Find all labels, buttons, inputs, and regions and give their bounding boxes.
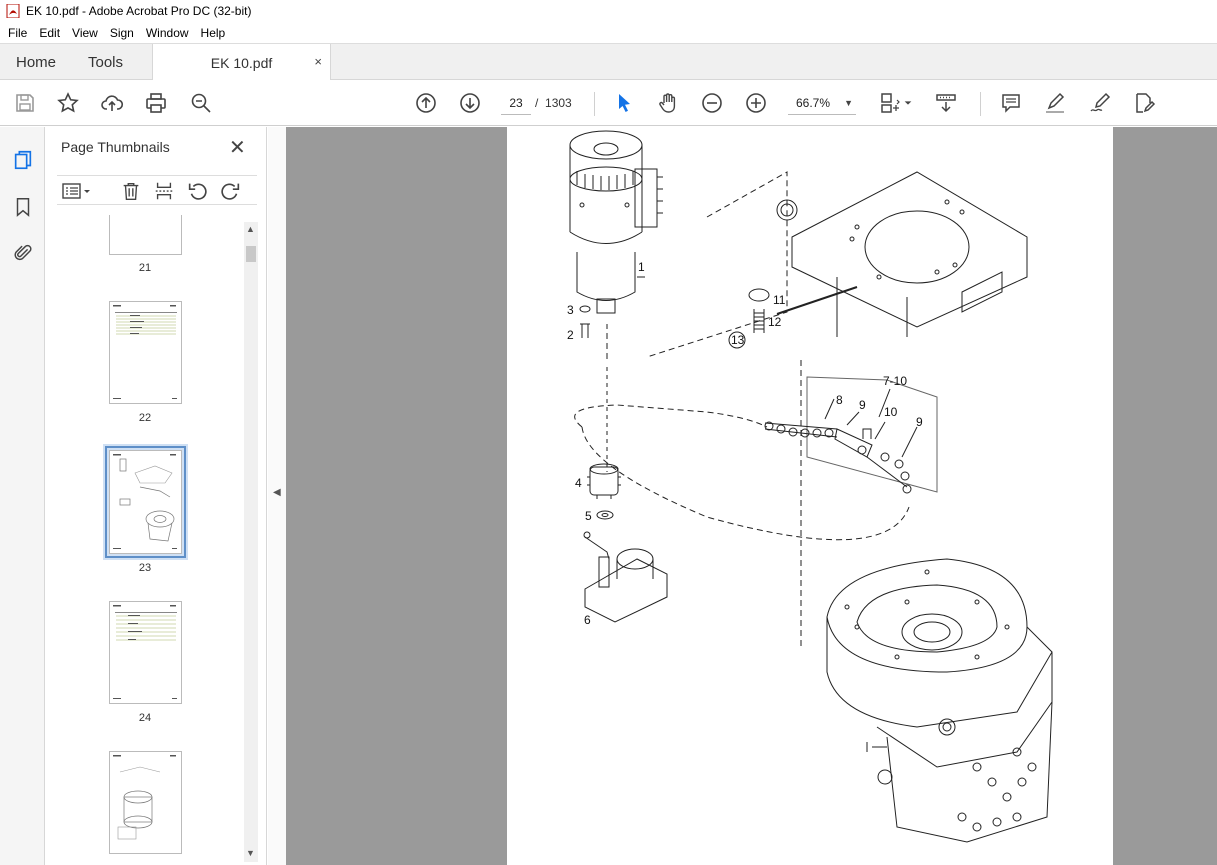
toolbar-divider	[594, 92, 595, 116]
window-title: EK 10.pdf - Adobe Acrobat Pro DC (32-bit…	[26, 4, 252, 18]
next-page-icon[interactable]	[457, 90, 483, 116]
callout-label: 8	[836, 393, 843, 407]
scroll-mode-icon[interactable]	[933, 90, 959, 116]
save-icon[interactable]	[12, 90, 38, 116]
thumbnail-page[interactable]	[109, 301, 182, 404]
tab-tools[interactable]: Tools	[88, 44, 123, 80]
exploded-parts-drawing: 1 2 3 4 5 6 7-10 8 9 10 9 11 12 13	[567, 130, 1053, 843]
menu-view[interactable]: View	[66, 26, 104, 40]
callout-label: 11	[773, 293, 786, 307]
close-panel-icon[interactable]: ✕	[229, 135, 246, 160]
options-menu-icon[interactable]	[61, 179, 93, 203]
delete-trash-icon[interactable]	[119, 179, 143, 203]
thumbnail-page-number: 23	[138, 562, 152, 574]
scroll-up-icon[interactable]: ▲	[246, 224, 255, 234]
collapse-arrow-icon: ◀	[273, 487, 281, 498]
page-number-input[interactable]: 23	[501, 91, 531, 115]
document-viewer[interactable]: 1 2 3 4 5 6 7-10 8 9 10 9 11 12 13	[286, 127, 1217, 865]
thumbnail-page-selected[interactable]	[105, 446, 186, 558]
tab-home[interactable]: Home	[16, 44, 56, 80]
select-cursor-icon[interactable]	[611, 90, 637, 116]
hand-tool-icon[interactable]	[655, 90, 681, 116]
callout-label: 7-10	[883, 374, 907, 388]
thumbnail-list: 21 22 23 24	[57, 215, 249, 860]
panel-collapse-handle[interactable]: ◀	[268, 127, 286, 865]
panel-title: Page Thumbnails	[61, 139, 170, 155]
pdf-page: 1 2 3 4 5 6 7-10 8 9 10 9 11 12 13	[507, 127, 1113, 865]
menu-help[interactable]: Help	[195, 26, 232, 40]
thumbnail-page-number: 24	[138, 712, 152, 724]
highlight-pen-icon[interactable]	[1042, 90, 1068, 116]
previous-page-icon[interactable]	[413, 90, 439, 116]
scrollbar-thumb[interactable]	[246, 246, 256, 262]
menu-window[interactable]: Window	[140, 26, 195, 40]
zoom-search-icon[interactable]	[188, 90, 214, 116]
tab-close-icon[interactable]: ×	[314, 54, 322, 69]
page-thumbnails-icon[interactable]	[10, 147, 36, 173]
thumbnail-page-number: 21	[138, 262, 152, 274]
zoom-level-select[interactable]: 66.7% ▼	[788, 91, 856, 115]
acrobat-app-icon	[6, 4, 20, 18]
thumbnail-page[interactable]	[109, 215, 182, 255]
toolbar-divider-2	[980, 92, 981, 116]
callout-label: 3	[567, 303, 574, 317]
menu-sign[interactable]: Sign	[104, 26, 140, 40]
callout-label: 1	[638, 260, 645, 274]
callout-label: 9	[859, 398, 866, 412]
left-navigation-rail	[0, 127, 45, 865]
upload-cloud-icon[interactable]	[99, 90, 125, 116]
menu-bar: File Edit View Sign Window Help	[0, 22, 1217, 43]
scroll-down-icon[interactable]: ▼	[246, 848, 255, 858]
rotate-clockwise-icon[interactable]	[219, 179, 243, 203]
menu-edit[interactable]: Edit	[33, 26, 66, 40]
attachment-paperclip-icon[interactable]	[10, 240, 36, 266]
thumbnail-page[interactable]	[109, 751, 182, 854]
tab-document-label: EK 10.pdf	[210, 54, 273, 71]
extract-pages-icon[interactable]	[152, 179, 176, 203]
thumbnail-page-number: 22	[138, 412, 152, 424]
main-toolbar: 23 / 1303 66.7% ▼	[0, 80, 1217, 126]
callout-label: 12	[768, 315, 782, 329]
page-count: / 1303	[535, 96, 572, 110]
callout-label: 5	[585, 509, 592, 523]
thumbnail-page[interactable]	[109, 601, 182, 704]
thumbnail-scrollbar[interactable]: ▲ ▼	[244, 222, 258, 862]
rotate-counterclockwise-icon[interactable]	[185, 179, 209, 203]
tab-document[interactable]: EK 10.pdf ×	[152, 44, 331, 81]
draw-freehand-icon[interactable]	[1087, 90, 1113, 116]
title-bar: EK 10.pdf - Adobe Acrobat Pro DC (32-bit…	[0, 0, 1217, 22]
callout-label: 13	[731, 333, 745, 347]
callout-label: 6	[584, 613, 591, 627]
comment-icon[interactable]	[998, 90, 1024, 116]
page-fit-chevron-icon[interactable]	[901, 90, 915, 116]
tab-bar: Home Tools EK 10.pdf ×	[0, 43, 1217, 81]
menu-file[interactable]: File	[0, 26, 33, 40]
callout-label: 4	[575, 476, 582, 490]
zoom-level-value: 66.7%	[796, 95, 831, 110]
print-icon[interactable]	[143, 90, 169, 116]
zoom-out-icon[interactable]	[699, 90, 725, 116]
thumbnail-toolbar	[57, 175, 257, 205]
total-pages: 1303	[545, 96, 572, 110]
bookmark-icon[interactable]	[10, 194, 36, 220]
callout-label: 10	[884, 405, 898, 419]
chevron-down-icon: ▼	[844, 98, 853, 108]
star-icon[interactable]	[55, 90, 81, 116]
callout-label: 2	[567, 328, 574, 342]
zoom-in-icon[interactable]	[743, 90, 769, 116]
page-fit-icon[interactable]	[877, 90, 903, 116]
fill-sign-icon[interactable]	[1131, 90, 1157, 116]
page-separator: /	[535, 96, 539, 110]
callout-label: 9	[916, 415, 923, 429]
page-thumbnails-panel: Page Thumbnails ✕ 21 22 23 24 ▲ ▼	[45, 127, 267, 865]
